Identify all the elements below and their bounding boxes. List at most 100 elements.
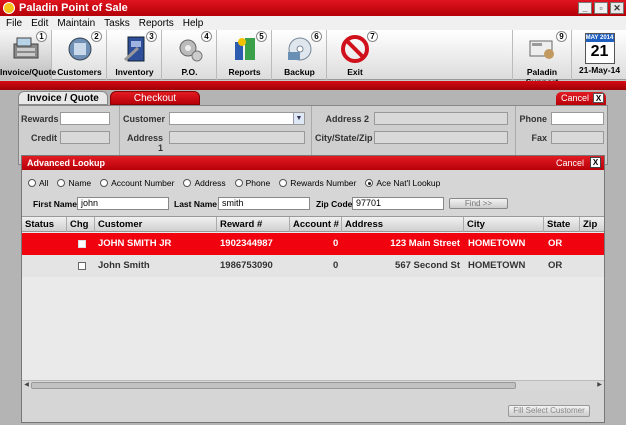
cell-address: 123 Main Street (390, 238, 460, 249)
close-icon[interactable]: X (590, 157, 601, 168)
menu-help[interactable]: Help (183, 18, 204, 29)
radio-circle-checked[interactable] (365, 179, 374, 187)
first-name-input[interactable]: john (77, 197, 169, 210)
customer-select[interactable]: ▼ (169, 112, 305, 125)
toolbar-reports[interactable]: 5 Reports (218, 30, 272, 80)
cancel-label: Cancel (561, 93, 590, 103)
radio-circle[interactable] (183, 179, 192, 187)
column-customer[interactable]: Customer (95, 217, 217, 232)
zip-code-input[interactable]: 97701 (352, 197, 444, 210)
column-city[interactable]: City (464, 217, 544, 232)
cell-state: OR (548, 238, 563, 249)
phone-field[interactable] (551, 112, 604, 125)
column-status[interactable]: Status (22, 217, 67, 232)
cancel-invoice-button[interactable]: Cancel X (556, 92, 606, 105)
shortcut-number: 3 (146, 31, 157, 42)
radio-all[interactable]: All (28, 178, 48, 188)
toolbar-calendar[interactable]: MAY 2014 21 21-May-14 (573, 30, 626, 80)
table-row[interactable]: JOHN SMITH JR 1902344987 0 123 Main Stre… (22, 233, 604, 255)
cell-reward: 1902344987 (220, 238, 273, 249)
exit-icon (341, 35, 369, 63)
toolbar-label: P.O. (181, 67, 198, 77)
shortcut-number: 5 (256, 31, 267, 42)
inventory-icon (123, 36, 144, 62)
radio-ace-natl-lookup[interactable]: Ace Nat'l Lookup (365, 178, 440, 188)
toolbar-invoice-quote[interactable]: 1 Invoice/Quote (0, 30, 56, 80)
calendar-date-label: 21-May-14 (578, 65, 621, 75)
rewards-field[interactable] (60, 112, 110, 125)
reports-icon (234, 38, 255, 60)
shortcut-number: 1 (36, 31, 47, 42)
column-zip[interactable]: Zip (580, 217, 604, 232)
scrollbar-thumb[interactable] (31, 382, 516, 389)
fax-label: Fax (531, 133, 547, 143)
address1-field (169, 131, 305, 144)
radio-label: Rewards Number (290, 178, 357, 188)
fax-field (551, 131, 604, 144)
column-address[interactable]: Address (342, 217, 464, 232)
column-chg[interactable]: Chg (67, 217, 95, 232)
toolbar-po[interactable]: 4 P.O. (163, 30, 217, 80)
radio-rewards-number[interactable]: Rewards Number (279, 178, 356, 188)
scroll-right-icon[interactable]: ▶ (595, 381, 604, 390)
toolbar-inventory[interactable]: 3 Inventory (108, 30, 162, 80)
credit-label: Credit (30, 133, 57, 143)
city-state-zip-field (374, 131, 508, 144)
minimize-button[interactable]: _ (578, 2, 592, 14)
column-reward[interactable]: Reward # (217, 217, 290, 232)
radio-circle[interactable] (28, 179, 36, 187)
radio-circle[interactable] (234, 179, 243, 187)
menu-edit[interactable]: Edit (31, 18, 48, 29)
dialog-header: Advanced Lookup Cancel X (22, 156, 604, 170)
radio-phone[interactable]: Phone (234, 178, 270, 188)
change-checkbox[interactable] (78, 240, 86, 248)
radio-name[interactable]: Name (57, 178, 91, 188)
chevron-down-icon[interactable]: ▼ (293, 113, 304, 124)
cell-customer: JOHN SMITH JR (98, 238, 172, 249)
menu-reports[interactable]: Reports (139, 18, 174, 29)
toolbar-label: Customers (57, 67, 102, 77)
horizontal-scrollbar[interactable]: ◀ ▶ (22, 380, 604, 390)
backup-icon (287, 37, 311, 61)
cell-state: OR (548, 260, 563, 271)
radio-circle[interactable] (100, 179, 109, 187)
change-checkbox[interactable] (78, 262, 86, 270)
title-bar: Paladin Point of Sale _ ▫ ✕ (0, 0, 626, 16)
address2-field (374, 112, 508, 125)
window-title: Paladin Point of Sale (19, 2, 128, 14)
toolbar-customers[interactable]: 2 Customers (53, 30, 107, 80)
toolbar-backup[interactable]: 6 Backup (273, 30, 327, 80)
customers-icon (68, 37, 91, 61)
menu-tasks[interactable]: Tasks (104, 18, 130, 29)
last-name-label: Last Name (174, 199, 217, 209)
close-window-button[interactable]: ✕ (610, 2, 624, 14)
menu-maintain[interactable]: Maintain (57, 18, 95, 29)
tab-checkout[interactable]: Checkout (110, 91, 200, 105)
radio-label: Ace Nat'l Lookup (376, 178, 441, 188)
shortcut-number: 2 (91, 31, 102, 42)
results-grid: Status Chg Customer Reward # Account # A… (22, 216, 604, 390)
scroll-left-icon[interactable]: ◀ (22, 381, 31, 390)
radio-account-number[interactable]: Account Number (100, 178, 174, 188)
column-state[interactable]: State (544, 217, 580, 232)
radio-address[interactable]: Address (183, 178, 226, 188)
radio-circle[interactable] (279, 179, 288, 187)
phone-label: Phone (519, 114, 547, 124)
close-icon[interactable]: X (593, 93, 604, 103)
toolbar-exit[interactable]: 7 Exit (328, 30, 382, 80)
last-name-input[interactable]: smith (218, 197, 310, 210)
table-row[interactable]: John Smith 1986753090 0 567 Second St HO… (22, 255, 604, 277)
column-account[interactable]: Account # (290, 217, 342, 232)
dialog-cancel-button[interactable]: Cancel (556, 156, 584, 170)
restore-button[interactable]: ▫ (594, 2, 608, 14)
calendar-day: 21 (590, 43, 609, 60)
toolbar-paladin-support[interactable]: 9 Paladin Support (512, 30, 572, 87)
radio-circle[interactable] (57, 179, 66, 187)
tab-invoice-quote[interactable]: Invoice / Quote (18, 91, 108, 105)
cell-account: 0 (333, 238, 339, 249)
zip-code-label: Zip Code (316, 199, 353, 209)
menu-file[interactable]: File (6, 18, 22, 29)
find-button[interactable]: Find >> (449, 198, 508, 209)
toolbar-label: Exit (347, 67, 363, 77)
fill-select-customer-button[interactable]: Fill Select Customer (508, 405, 590, 417)
